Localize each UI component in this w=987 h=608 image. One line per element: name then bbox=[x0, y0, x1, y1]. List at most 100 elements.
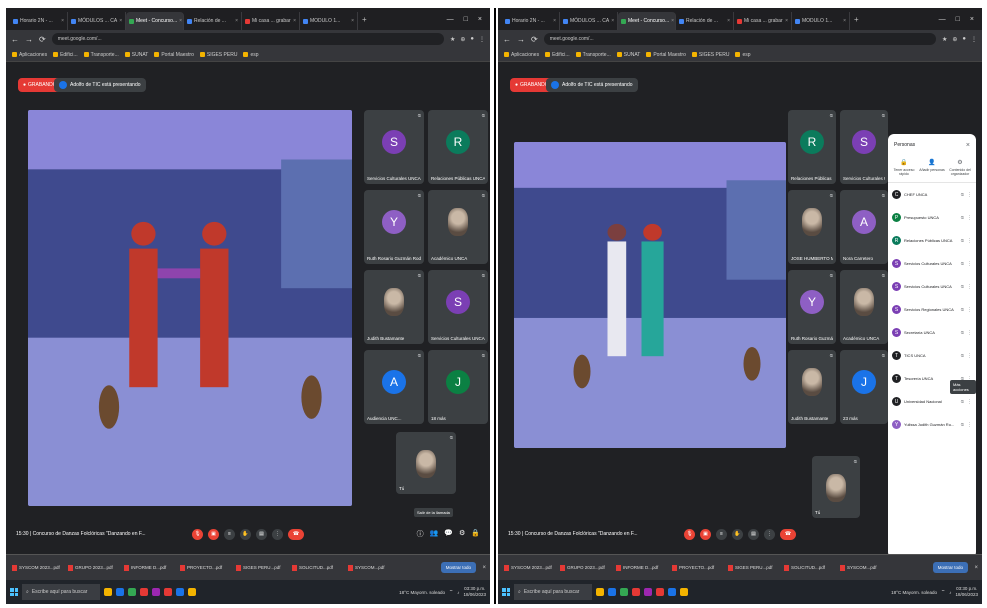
tab-close-icon[interactable]: × bbox=[611, 18, 614, 24]
participant-tile[interactable]: ⦸ Judith Bustamante bbox=[788, 350, 836, 424]
new-tab-button[interactable]: + bbox=[358, 15, 371, 24]
download-item[interactable]: PROYECTO...pdf bbox=[180, 561, 232, 575]
minimize-button[interactable]: — bbox=[939, 16, 946, 23]
windows-start-icon[interactable] bbox=[502, 588, 510, 596]
reload-button[interactable]: ⟳ bbox=[39, 35, 46, 44]
taskbar-app-icon[interactable] bbox=[608, 588, 616, 596]
tab-close-icon[interactable]: × bbox=[61, 18, 64, 24]
participant-row[interactable]: Y Yulissa Judith Guzmán Ru... ⦸ ⋮ bbox=[888, 413, 976, 436]
taskbar-app-icon[interactable] bbox=[620, 588, 628, 596]
raise-hand-button[interactable]: ✋ bbox=[240, 528, 251, 540]
participant-row[interactable]: S Servicios Culturales UNCA ⦸ ⋮ bbox=[888, 252, 976, 275]
browser-tab[interactable]: Relación de ... × bbox=[676, 12, 734, 30]
participant-tile[interactable]: Y ⦸ Ruth Rosario Guzmán Rodríguez bbox=[364, 190, 424, 264]
taskbar-search[interactable]: ⌕ Escribe aquí para buscar bbox=[514, 584, 592, 600]
download-item[interactable]: SIGES PERU...pdf bbox=[236, 561, 288, 575]
close-downloads-icon[interactable]: × bbox=[974, 565, 978, 571]
download-item[interactable]: PROYECTO...pdf bbox=[672, 561, 724, 575]
browser-tab[interactable]: MÓDULOS ... CA × bbox=[68, 12, 126, 30]
volume-icon[interactable]: ♪ bbox=[949, 590, 951, 595]
browser-tab[interactable]: Mi casa ... grabar × bbox=[734, 12, 792, 30]
participant-tile[interactable]: Y ⦸ Ruth Rosario Guzmán Ro... bbox=[788, 270, 836, 344]
download-item[interactable]: INFORME D...pdf bbox=[124, 561, 176, 575]
bookmark-star-icon[interactable]: ★ bbox=[450, 36, 455, 43]
new-tab-button[interactable]: + bbox=[850, 15, 863, 24]
taskbar-app-icon[interactable] bbox=[632, 588, 640, 596]
close-window-button[interactable]: × bbox=[970, 16, 974, 23]
more-actions-icon[interactable]: ⋮ bbox=[967, 238, 972, 244]
system-clock[interactable]: 03:30 p.m. 18/06/2023 bbox=[463, 586, 486, 598]
taskbar-app-icon[interactable] bbox=[116, 588, 124, 596]
taskbar-app-icon[interactable] bbox=[164, 588, 172, 596]
bookmark-item[interactable]: Edifici... bbox=[53, 52, 78, 58]
raise-hand-button[interactable]: ✋ bbox=[732, 528, 743, 540]
profile-avatar-icon[interactable]: ● bbox=[962, 36, 966, 43]
participant-tile[interactable]: S ⦸ Servicios Culturales UNCA bbox=[428, 270, 488, 344]
tab-close-icon[interactable]: × bbox=[785, 18, 788, 24]
taskbar-search[interactable]: ⌕ Escribe aquí para buscar bbox=[22, 584, 100, 600]
participant-tile[interactable]: R ⦸ Relaciones Públicas UNCA bbox=[428, 110, 488, 184]
more-actions-icon[interactable]: ⋮ bbox=[967, 192, 972, 198]
browser-tab[interactable]: Relación de ... × bbox=[184, 12, 242, 30]
taskbar-app-icon[interactable] bbox=[656, 588, 664, 596]
tab-close-icon[interactable]: × bbox=[235, 18, 238, 24]
taskbar-app-icon[interactable] bbox=[128, 588, 136, 596]
more-actions-icon[interactable]: ⋮ bbox=[967, 399, 972, 405]
url-field[interactable]: meet.google.com/... bbox=[543, 33, 936, 45]
leave-call-button[interactable]: ☎ bbox=[780, 528, 796, 540]
taskbar-app-icon[interactable] bbox=[668, 588, 676, 596]
participant-tile[interactable]: ⦸ Judith Bustamante bbox=[364, 270, 424, 344]
participant-row[interactable]: S Servicios Culturales UNCA ⦸ ⋮ bbox=[888, 275, 976, 298]
browser-menu-icon[interactable]: ⋮ bbox=[479, 36, 485, 43]
more-options-button[interactable]: ⋮ bbox=[272, 528, 283, 540]
bookmark-item[interactable]: Transporte... bbox=[575, 52, 611, 58]
mic-off-button[interactable]: 🎙 bbox=[192, 528, 203, 540]
forward-button[interactable]: → bbox=[25, 35, 33, 44]
system-clock[interactable]: 03:30 p.m. 18/06/2023 bbox=[955, 586, 978, 598]
bookmark-item[interactable]: SIGES PERU bbox=[691, 52, 729, 58]
weather-widget[interactable]: 18°C Mayorm. soleado bbox=[399, 590, 445, 595]
captions-button[interactable]: ≡ bbox=[224, 528, 235, 540]
activities-icon[interactable]: ⚙ bbox=[459, 529, 465, 539]
panel-option[interactable]: 🔒 Tener acceso rápido bbox=[891, 159, 917, 176]
download-item[interactable]: GRUPO 2023...pdf bbox=[560, 561, 612, 575]
present-button[interactable]: ▤ bbox=[748, 528, 759, 540]
participant-tile[interactable]: J ⦸ 18 más bbox=[428, 350, 488, 424]
present-button[interactable]: ▤ bbox=[256, 528, 267, 540]
bookmark-item[interactable]: Portal Maestro bbox=[646, 52, 686, 58]
captions-button[interactable]: ≡ bbox=[716, 528, 727, 540]
download-item[interactable]: INFORME D...pdf bbox=[616, 561, 668, 575]
taskbar-app-icon[interactable] bbox=[176, 588, 184, 596]
browser-tab[interactable]: MODULO 1... × bbox=[300, 12, 358, 30]
more-actions-icon[interactable]: ⋮ bbox=[967, 353, 972, 359]
browser-tab[interactable]: MODULO 1... × bbox=[792, 12, 850, 30]
taskbar-app-icon[interactable] bbox=[152, 588, 160, 596]
taskbar-app-icon[interactable] bbox=[644, 588, 652, 596]
participant-row[interactable]: S Secretaría UNCA ⦸ ⋮ bbox=[888, 321, 976, 344]
show-all-downloads-button[interactable]: Mostrar todo bbox=[440, 562, 476, 573]
wifi-icon[interactable]: ⌔ bbox=[449, 589, 453, 595]
chat-icon[interactable]: 💬 bbox=[444, 529, 453, 539]
tab-close-icon[interactable]: × bbox=[727, 18, 730, 24]
tab-close-icon[interactable]: × bbox=[843, 18, 846, 24]
bookmark-item[interactable]: Edifici... bbox=[545, 52, 570, 58]
bookmark-item[interactable]: Portal Maestro bbox=[154, 52, 194, 58]
tab-close-icon[interactable]: × bbox=[179, 18, 182, 24]
reload-button[interactable]: ⟳ bbox=[531, 35, 538, 44]
participant-tile[interactable]: ⦸ Tú bbox=[396, 432, 456, 494]
participant-tile[interactable]: ⦸ Académico UNCA bbox=[840, 270, 888, 344]
windows-start-icon[interactable] bbox=[10, 588, 18, 596]
mic-off-button[interactable]: 🎙 bbox=[684, 528, 695, 540]
tab-close-icon[interactable]: × bbox=[351, 18, 354, 24]
tab-close-icon[interactable]: × bbox=[553, 18, 556, 24]
browser-tab[interactable]: Horario 2N - ... × bbox=[502, 12, 560, 30]
show-all-downloads-button[interactable]: Mostrar todo bbox=[932, 562, 968, 573]
taskbar-app-icon[interactable] bbox=[188, 588, 196, 596]
extensions-icon[interactable]: ⊕ bbox=[952, 36, 957, 43]
participant-row[interactable]: P Presupuesto UNCA ⦸ ⋮ bbox=[888, 206, 976, 229]
download-item[interactable]: SYSCOM 2023...pdf bbox=[12, 561, 64, 575]
panel-option[interactable]: ⚙ Contenido del organizador bbox=[947, 159, 973, 176]
bookmark-item[interactable]: SIGES PERU bbox=[199, 52, 237, 58]
download-item[interactable]: SIGES PERU...pdf bbox=[728, 561, 780, 575]
browser-menu-icon[interactable]: ⋮ bbox=[971, 36, 977, 43]
